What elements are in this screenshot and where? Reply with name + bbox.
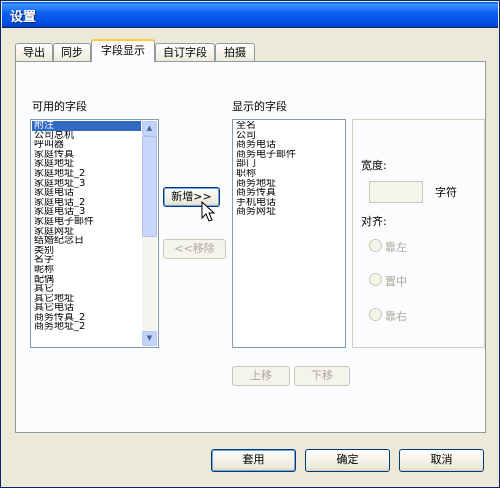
list-item[interactable]: 全名 <box>234 121 344 131</box>
list-item[interactable]: 其它地址 <box>32 294 141 304</box>
list-item[interactable]: 商务传真 <box>234 188 344 198</box>
list-item[interactable]: 附注 <box>32 121 141 131</box>
list-item[interactable]: 家庭传真 <box>32 150 141 160</box>
list-item[interactable]: 商务地址 <box>234 179 344 189</box>
scroll-thumb[interactable] <box>142 136 157 237</box>
list-item[interactable]: 其它 <box>32 284 141 294</box>
list-item[interactable]: 手机电话 <box>234 198 344 208</box>
available-list-scrollbar[interactable]: ▲ ▼ <box>142 121 157 346</box>
list-item[interactable]: 公司总机 <box>32 131 141 141</box>
list-item[interactable]: 部门 <box>234 159 344 169</box>
list-item[interactable]: 名字 <box>32 255 141 265</box>
width-label: 宽度: <box>361 159 387 172</box>
list-item[interactable]: 家庭地址_2 <box>32 169 141 179</box>
displayed-fields-list[interactable]: 全名 公司 商务电话 商务电子邮件 部门 职称 商务地址 商务传真 手机电话 商务网址 <box>232 119 346 348</box>
column-options-group: 宽度: 字符 对齐: 靠左 置中 靠右 <box>352 119 485 348</box>
window-title: 设置 <box>10 10 37 25</box>
field-display-panel: 可用的字段 显示的字段 附注 公司总机 呼叫器 家庭传真 家庭地址 家庭地址_2 家庭地址_… <box>15 61 486 433</box>
align-center-radio[interactable] <box>369 273 382 286</box>
align-label: 对齐: <box>361 215 387 228</box>
list-item[interactable]: 家庭地址_3 <box>32 179 141 189</box>
list-item[interactable]: 昵称 <box>32 265 141 275</box>
list-item[interactable]: 其它电话 <box>32 303 141 313</box>
remove-field-button[interactable]: <<移除 <box>163 239 226 259</box>
mouse-pointer-icon <box>201 201 216 222</box>
list-item[interactable]: 类别 <box>32 246 141 256</box>
tab-export[interactable]: 导出 <box>15 43 53 62</box>
apply-button[interactable]: 套用 <box>211 449 296 472</box>
list-item[interactable]: 商务网址 <box>234 207 344 217</box>
scroll-down-arrow-icon[interactable]: ▼ <box>142 331 157 346</box>
list-item[interactable]: 家庭网址 <box>32 227 141 237</box>
list-item[interactable]: 家庭电话_2 <box>32 198 141 208</box>
align-left-label: 靠左 <box>385 241 407 254</box>
available-fields-label: 可用的字段 <box>32 100 87 113</box>
list-item[interactable]: 公司 <box>234 131 344 141</box>
ok-button[interactable]: 确定 <box>305 449 390 472</box>
list-item[interactable]: 结婚纪念日 <box>32 236 141 246</box>
align-right-radio[interactable] <box>369 308 382 321</box>
list-item[interactable]: 家庭地址 <box>32 159 141 169</box>
align-left-radio[interactable] <box>369 239 382 252</box>
available-fields-list[interactable]: 附注 公司总机 呼叫器 家庭传真 家庭地址 家庭地址_2 家庭地址_3 家庭电话 家庭电话_2 家… <box>30 119 159 348</box>
move-up-button[interactable]: 上移 <box>232 366 290 386</box>
tab-capture[interactable]: 拍摄 <box>215 43 255 62</box>
move-down-button[interactable]: 下移 <box>294 366 350 386</box>
list-item[interactable]: 呼叫器 <box>32 140 141 150</box>
list-item[interactable]: 配偶 <box>32 275 141 285</box>
displayed-fields-label: 显示的字段 <box>232 100 287 113</box>
scroll-up-arrow-icon[interactable]: ▲ <box>142 121 157 136</box>
cancel-button[interactable]: 取消 <box>399 449 484 472</box>
settings-dialog: 设置 导出 同步 字段显示 自订字段 拍摄 可用的字段 显示的字段 附注 公司总机… <box>0 0 500 488</box>
list-item[interactable]: 职称 <box>234 169 344 179</box>
tab-custom-fields[interactable]: 自订字段 <box>155 43 215 62</box>
align-center-label: 置中 <box>385 275 407 288</box>
align-right-label: 靠右 <box>385 310 407 323</box>
title-bar[interactable]: 设置 <box>2 2 498 28</box>
tab-field-display[interactable]: 字段显示 <box>91 39 155 62</box>
list-item[interactable]: 商务电话 <box>234 140 344 150</box>
list-item[interactable]: 商务地址_2 <box>32 322 141 332</box>
list-item[interactable]: 家庭电话 <box>32 188 141 198</box>
list-item[interactable]: 商务传真_2 <box>32 313 141 323</box>
width-input[interactable] <box>369 181 423 203</box>
list-item[interactable]: 商务电子邮件 <box>234 150 344 160</box>
tab-sync[interactable]: 同步 <box>53 43 91 62</box>
list-item[interactable]: 家庭电话_3 <box>32 207 141 217</box>
list-item[interactable]: 家庭电子邮件 <box>32 217 141 227</box>
width-unit-label: 字符 <box>435 186 457 199</box>
